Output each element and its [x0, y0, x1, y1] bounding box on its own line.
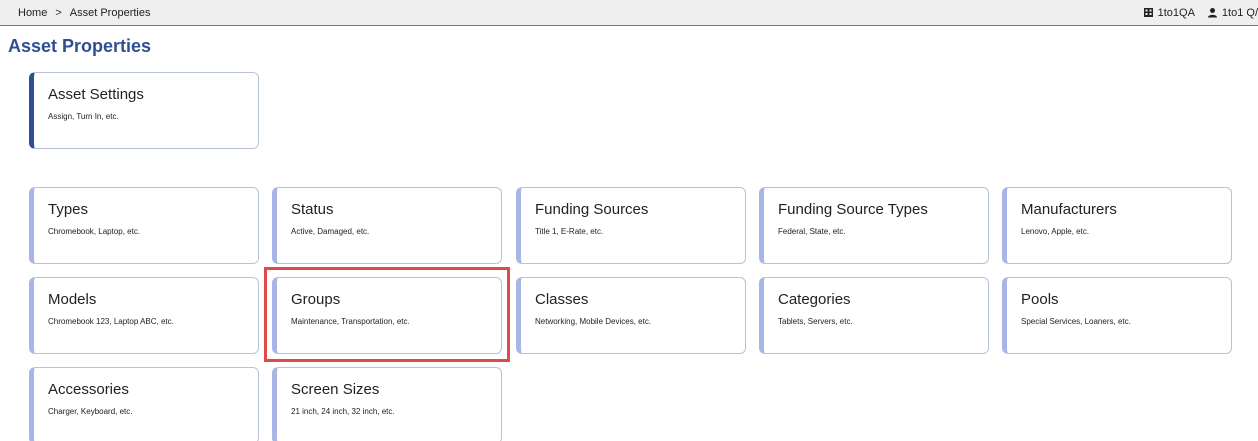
page-title: Asset Properties — [8, 36, 152, 56]
models-card[interactable]: Models Chromebook 123, Laptop ABC, etc. — [29, 277, 259, 354]
card-description: Charger, Keyboard, etc. — [48, 407, 133, 416]
funding-sources-card[interactable]: Funding Sources Title 1, E-Rate, etc. — [516, 187, 746, 264]
card-description: Lenovo, Apple, etc. — [1021, 227, 1090, 236]
accessories-card[interactable]: Accessories Charger, Keyboard, etc. — [29, 367, 259, 441]
card-description: Chromebook, Laptop, etc. — [48, 227, 141, 236]
asset-settings-card[interactable]: Asset Settings Assign, Turn In, etc. — [29, 72, 259, 149]
card-title: Asset Settings — [48, 86, 144, 103]
card-description: Special Services, Loaners, etc. — [1021, 317, 1131, 326]
card-title: Manufacturers — [1021, 201, 1117, 218]
user-menu[interactable]: 1to1 Q/ — [1207, 7, 1258, 19]
card-description: 21 inch, 24 inch, 32 inch, etc. — [291, 407, 395, 416]
card-title: Classes — [535, 291, 589, 308]
breadcrumb-separator: > — [55, 6, 62, 19]
breadcrumb-current: Asset Properties — [69, 6, 151, 19]
card-description: Networking, Mobile Devices, etc. — [535, 317, 652, 326]
card-title: Types — [48, 201, 89, 218]
top-bar: Home > Asset Properties 1to1QA 1to1 Q/ — [0, 0, 1258, 26]
card-description: Tablets, Servers, etc. — [778, 317, 853, 326]
card-title: Groups — [291, 291, 341, 308]
card-description: Active, Damaged, etc. — [291, 227, 370, 236]
card-description: Title 1, E-Rate, etc. — [535, 227, 604, 236]
building-label: 1to1QA — [1157, 6, 1195, 19]
classes-card[interactable]: Classes Networking, Mobile Devices, etc. — [516, 277, 746, 354]
card-title: Pools — [1021, 291, 1059, 308]
screen-sizes-card[interactable]: Screen Sizes 21 inch, 24 inch, 32 inch, … — [272, 367, 502, 441]
card-title: Models — [48, 291, 97, 308]
topbar-right: 1to1QA 1to1 Q/ — [1143, 7, 1258, 19]
user-label: 1to1 Q/ — [1221, 6, 1258, 19]
manufacturers-card[interactable]: Manufacturers Lenovo, Apple, etc. — [1002, 187, 1232, 264]
card-title: Accessories — [48, 381, 129, 398]
card-description: Maintenance, Transportation, etc. — [291, 317, 410, 326]
breadcrumb: Home > Asset Properties — [0, 7, 150, 19]
breadcrumb-home-link[interactable]: Home — [18, 7, 47, 19]
card-description: Federal, State, etc. — [778, 227, 846, 236]
funding-source-types-card[interactable]: Funding Source Types Federal, State, etc… — [759, 187, 989, 264]
types-card[interactable]: Types Chromebook, Laptop, etc. — [29, 187, 259, 264]
card-title: Funding Source Types — [778, 201, 928, 218]
categories-card[interactable]: Categories Tablets, Servers, etc. — [759, 277, 989, 354]
card-description: Chromebook 123, Laptop ABC, etc. — [48, 317, 174, 326]
card-description: Assign, Turn In, etc. — [48, 112, 119, 121]
status-card[interactable]: Status Active, Damaged, etc. — [272, 187, 502, 264]
pools-card[interactable]: Pools Special Services, Loaners, etc. — [1002, 277, 1232, 354]
card-title: Screen Sizes — [291, 381, 380, 398]
user-icon — [1207, 7, 1218, 18]
building-selector[interactable]: 1to1QA — [1143, 7, 1195, 19]
card-title: Categories — [778, 291, 851, 308]
card-title: Status — [291, 201, 334, 218]
card-title: Funding Sources — [535, 201, 649, 218]
building-icon — [1143, 7, 1154, 18]
groups-card[interactable]: Groups Maintenance, Transportation, etc. — [272, 277, 502, 354]
